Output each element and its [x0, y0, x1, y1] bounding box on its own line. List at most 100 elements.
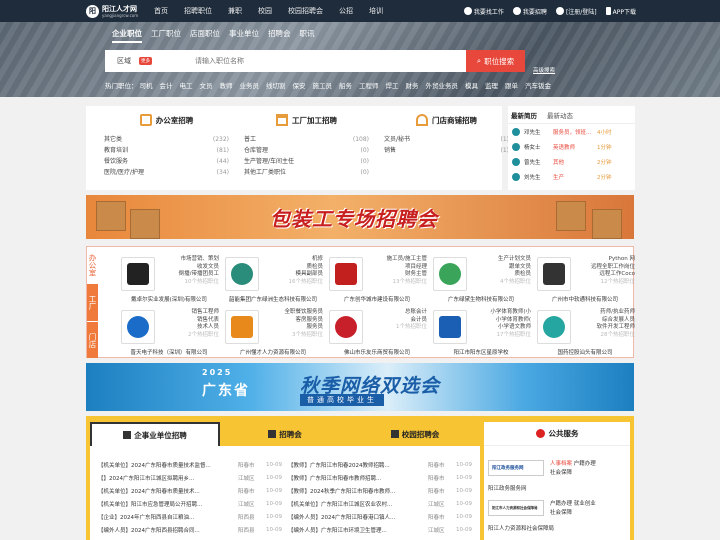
job-title[interactable]: 会计员 — [396, 317, 427, 325]
nav-campus[interactable]: 校园 — [250, 0, 280, 22]
company-card[interactable]: 小学体育教师(小 小学体育教师(小学语文教师 17个热招职位 阳江市阳东区星原学校 — [429, 303, 533, 356]
job-title[interactable]: 药师/执业药师 — [596, 309, 635, 317]
nav-jobs[interactable]: 招聘职位 — [176, 0, 220, 22]
news-item[interactable]: 【编外人员】2024广东阳西县招聘合同... 阳西县 10-09 — [98, 523, 288, 536]
job-title[interactable]: 质检员 — [289, 264, 323, 272]
tab-job-news[interactable]: 职讯 — [300, 28, 315, 43]
hot-job[interactable]: 跟单 — [505, 80, 518, 90]
news-item[interactable]: 【编外人员】广东阳江市环境卫生管理... 江城区 10-09 — [288, 523, 478, 536]
job-title[interactable]: 收发文员 — [179, 264, 219, 272]
news-item[interactable]: 【机关单位】2024广东阳春市质量技术... 阳春市 10-09 — [98, 484, 288, 497]
hot-job[interactable]: 施工员 — [313, 80, 333, 90]
job-title[interactable]: 机修 — [289, 256, 323, 264]
hot-job[interactable]: 司机 — [140, 80, 153, 90]
job-title[interactable]: 远程全职工作岗位 — [591, 264, 635, 272]
company-name[interactable]: 广州懂才人力资源有限公司 — [221, 348, 325, 356]
category-row[interactable]: 生产管理/车间主任 (0) — [244, 156, 369, 167]
hot-job[interactable]: 汽车钣金 — [525, 80, 551, 90]
hot-job[interactable]: 焊工 — [386, 80, 399, 90]
news-item[interactable]: 【机关单位】广东阳江市江城区农业农村... 江城区 10-09 — [288, 497, 478, 510]
job-title[interactable]: 销售工程师 — [188, 309, 219, 317]
tab-factory-jobs[interactable]: 工厂职位 — [151, 28, 181, 43]
job-title[interactable]: 综合发展人员 — [596, 317, 635, 325]
hot-job[interactable]: 工程师 — [359, 80, 379, 90]
job-title[interactable]: 小学语文教师 — [490, 324, 531, 332]
category-row[interactable]: 销售 (1) — [384, 145, 509, 156]
resume-item[interactable]: 杨女士 英语教师 1分钟 — [508, 139, 635, 154]
app-download-link[interactable]: APP下载 — [605, 7, 636, 16]
tab-latest-news[interactable]: 最新动态 — [547, 110, 573, 120]
recruit-link[interactable]: 我要招聘 — [512, 7, 547, 16]
nav-home[interactable]: 首页 — [146, 0, 176, 22]
company-name[interactable]: 韶能集团广东绿洲生态科技有限公司 — [221, 295, 325, 303]
hot-job[interactable]: 文员 — [200, 80, 213, 90]
company-card[interactable]: 总账会计 会计员 1个热招职位 佛山市乐友乐商贸有限公司 — [325, 303, 429, 356]
job-title[interactable]: 项目经理 — [387, 264, 427, 272]
job-title[interactable]: 跟单文员 — [498, 264, 531, 272]
company-card[interactable]: 市场营销、策划 收发文员 倒播/带播团员工 10个热招职位 戴卓尔实业发展(深圳)有限公… — [117, 250, 221, 303]
hot-job[interactable]: 电工 — [180, 80, 193, 90]
job-title[interactable]: 市场营销、策划 — [179, 256, 219, 264]
find-job-link[interactable]: 我要找工作 — [463, 7, 504, 16]
tab-enterprise-jobs[interactable]: 企业职位 — [112, 28, 142, 43]
news-item[interactable]: 【编外人员】2024广东阳江阳春港口镇人... 阳春市 10-09 — [288, 510, 478, 523]
company-name[interactable]: 广州市中软通科技有限公司 — [533, 295, 637, 303]
category-row[interactable]: 餐饮服务 (44) — [104, 156, 229, 167]
company-name[interactable]: 广东绿黛生物科技有限公司 — [429, 295, 533, 303]
job-title[interactable]: 软件开发工程师 — [596, 324, 635, 332]
job-title[interactable]: 财务主管 — [387, 271, 427, 279]
job-title[interactable]: 全职餐饮服务员 — [284, 309, 323, 317]
hot-job[interactable]: 教师 — [220, 80, 233, 90]
category-row[interactable]: 普工 (108) — [244, 134, 369, 145]
autumn-fair-banner[interactable]: 2025 广东省 秋季网络双选会 普通高校毕业生 — [86, 363, 634, 411]
company-name[interactable]: 戴卓尔实业发展(深圳)有限公司 — [117, 295, 221, 303]
nav-training[interactable]: 培训 — [361, 0, 391, 22]
job-title[interactable]: 技术人员 — [188, 324, 219, 332]
category-row[interactable]: 教育培训 (81) — [104, 145, 229, 156]
tab-job-fair[interactable]: 招聘会 — [220, 422, 350, 446]
news-item[interactable]: 【】2024广东阳江市江城区拟聘用乡... 江城区 10-09 — [98, 471, 288, 484]
login-link[interactable]: [注册/登陆] — [555, 7, 597, 16]
company-card[interactable]: 机修 质检员 模具副部员 16个热招职位 韶能集团广东绿洲生态科技有限公司 — [221, 250, 325, 303]
job-title[interactable]: 销售代表 — [188, 317, 219, 325]
company-card[interactable]: 销售工程师 销售代表 技术人员 2个热招职位 晋天电子科技（深圳）有限公司 — [117, 303, 221, 356]
tab-store-jobs[interactable]: 店面职位 — [190, 28, 220, 43]
job-title[interactable]: 施工员/施工主管 — [387, 256, 427, 264]
search-input[interactable] — [177, 51, 466, 71]
news-item[interactable]: 【教师】广东阳江市阳春2024教师招聘... 阳春市 10-09 — [288, 458, 478, 471]
tab-latest-resumes[interactable]: 最新简历 — [511, 110, 537, 120]
side-tab-office[interactable]: 办公室 — [87, 247, 98, 284]
job-title[interactable]: Python 网 — [591, 256, 635, 264]
packaging-fair-banner[interactable]: 包装工专场招聘会 — [86, 195, 634, 239]
news-item[interactable]: 【机关单位】阳江市应急管理局公开招聘... 江城区 10-09 — [98, 497, 288, 510]
news-item[interactable]: 【机关单位】2024广东阳春市质量技术监督... 阳春市 10-09 — [98, 458, 288, 471]
job-title[interactable]: 生产计划文员 — [498, 256, 531, 264]
company-card[interactable]: 生产计划文员 跟单文员 质检员 4个热招职位 广东绿黛生物科技有限公司 — [429, 250, 533, 303]
company-card[interactable]: 全职餐饮服务员 客房服务员 服务员 3个热招职位 广州懂才人力资源有限公司 — [221, 303, 325, 356]
category-row[interactable]: 医院/医疗/护理 (34) — [104, 167, 229, 178]
side-tab-store[interactable]: 门店 — [87, 321, 98, 358]
hot-job[interactable]: 船务 — [339, 80, 352, 90]
company-name[interactable]: 国药控股汕头有限公司 — [533, 348, 637, 356]
company-card[interactable]: 施工员/施工主管 项目经理 财务主管 13个热招职位 广东创华城市建设有限公司 — [325, 250, 429, 303]
hot-job[interactable]: 模具 — [465, 80, 478, 90]
search-button[interactable]: ⌕ 职位搜索 — [466, 50, 525, 72]
company-card[interactable]: 药师/执业药师 综合发展人员 软件开发工程师 28个热招职位 国药控股汕头有限公司 — [533, 303, 637, 356]
job-title[interactable]: 总账会计 — [396, 309, 427, 317]
side-tab-factory[interactable]: 工厂 — [87, 284, 98, 321]
resume-item[interactable]: 邓先生 服务员，领班... 4小时 — [508, 124, 635, 139]
hot-job[interactable]: 业务员 — [240, 80, 260, 90]
job-title[interactable]: 小学体育教师(小 — [490, 309, 531, 317]
job-title[interactable]: 倒播/带播团员工 — [179, 271, 219, 279]
company-name[interactable]: 广东创华城市建设有限公司 — [325, 295, 429, 303]
advanced-search-link[interactable]: 高级搜索 — [533, 66, 555, 74]
nav-parttime[interactable]: 兼职 — [220, 0, 250, 22]
company-card[interactable]: Python 网远程全职工作岗位 远程工作Coco 12个热招职位 广州市中软通科技有… — [533, 250, 637, 303]
tab-job-fair[interactable]: 招聘会 — [268, 28, 291, 43]
category-row[interactable]: 其他工厂类职位 (0) — [244, 167, 369, 178]
company-name[interactable]: 晋天电子科技（深圳）有限公司 — [117, 348, 221, 356]
company-name[interactable]: 阳江市阳东区星原学校 — [429, 348, 533, 356]
hot-job[interactable]: 会计 — [160, 80, 173, 90]
company-name[interactable]: 佛山市乐友乐商贸有限公司 — [325, 348, 429, 356]
job-title[interactable]: 小学体育教师( — [490, 317, 531, 325]
